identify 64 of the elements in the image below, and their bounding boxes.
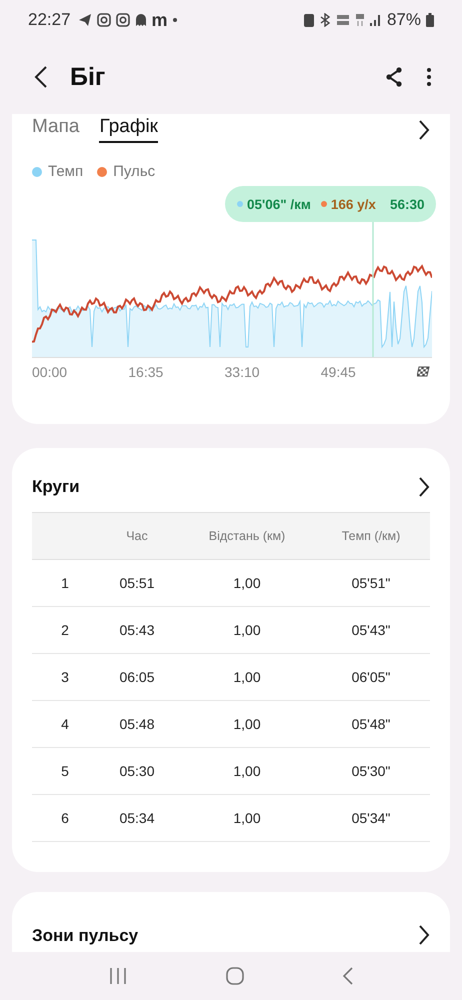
column-header: Час [125, 529, 149, 543]
share-icon[interactable] [384, 67, 404, 87]
table-cell-text: 1 [60, 575, 70, 591]
table-cell-text: 1,00 [232, 669, 262, 685]
dot-icon [172, 18, 177, 22]
pace-dot [237, 201, 243, 207]
table-cell-text: 05:48 [118, 716, 156, 732]
table-cell-text: 1,00 [232, 763, 262, 779]
chevron-right-icon[interactable] [418, 118, 430, 140]
laps-title: Круги [32, 477, 80, 497]
table-cell-text: 1,00 [232, 810, 262, 826]
x-axis-label: 33:10 [224, 364, 260, 380]
status-time: 22:27 [28, 10, 71, 30]
back-icon[interactable] [34, 65, 48, 89]
chevron-right-icon[interactable] [418, 924, 430, 946]
table-cell-text: 05:43 [118, 622, 156, 638]
table-cell-text: 05'30" [350, 763, 392, 779]
table-cell-text: 06'05" [350, 669, 392, 685]
table-cell-text: 05:51 [118, 575, 156, 591]
tab[interactable]: Мапа [32, 116, 80, 143]
table-cell-text: 05'48" [350, 716, 392, 732]
chevron-right-icon[interactable] [418, 476, 430, 498]
recent-apps-icon[interactable] [109, 968, 128, 984]
column-header: Відстань (км) [208, 529, 286, 543]
notification-letter: m [152, 11, 168, 29]
table-cell-text: 05'43" [350, 622, 392, 638]
page-title: Біг [70, 62, 106, 92]
table-cell-text: 05:34 [118, 810, 156, 826]
tooltip-time: 56:30 [390, 196, 424, 212]
legend-label: Пульс [113, 163, 156, 180]
table-cell-text: 1,00 [232, 716, 262, 732]
tooltip-pulse: 166 у/х [330, 196, 376, 212]
x-axis-label: 00:00 [32, 364, 68, 380]
battery-percent: 87% [386, 10, 421, 30]
table-cell-text: 05:30 [118, 763, 156, 779]
finish-flag-icon [417, 366, 430, 378]
signal-icon [370, 13, 382, 27]
tab[interactable]: Графік [99, 116, 158, 143]
table-cell-text: 3 [60, 669, 70, 685]
more-options-icon[interactable] [426, 67, 432, 87]
table-cell-text: 5 [60, 763, 70, 779]
table-cell-text: 05'51" [350, 575, 392, 591]
table-cell-text: 6 [60, 810, 70, 826]
tooltip-pace: 05'06" /км [247, 196, 311, 212]
battery-saver-icon [304, 13, 314, 27]
zones-title: Зони пульсу [32, 926, 138, 946]
send-icon [78, 13, 92, 27]
home-icon[interactable] [226, 967, 244, 985]
table-cell-text: 2 [60, 622, 70, 638]
camera-icon [96, 13, 111, 27]
table-cell-text: 05'34" [350, 810, 392, 826]
x-axis-label: 16:35 [128, 364, 164, 380]
table-cell-text: 1,00 [232, 622, 262, 638]
bluetooth-icon [318, 13, 331, 27]
table-cell-text: 06:05 [118, 669, 156, 685]
ghost-icon [134, 13, 147, 27]
x-axis-label: 49:45 [320, 364, 356, 380]
legend-label: Темп [48, 163, 84, 180]
table-cell-text: 1,00 [232, 575, 262, 591]
battery-icon [426, 13, 434, 27]
pulse-dot [320, 201, 327, 207]
camera-icon [116, 13, 130, 27]
column-header: Темп (/км) [340, 529, 402, 543]
table-cell-text: 4 [60, 716, 70, 732]
